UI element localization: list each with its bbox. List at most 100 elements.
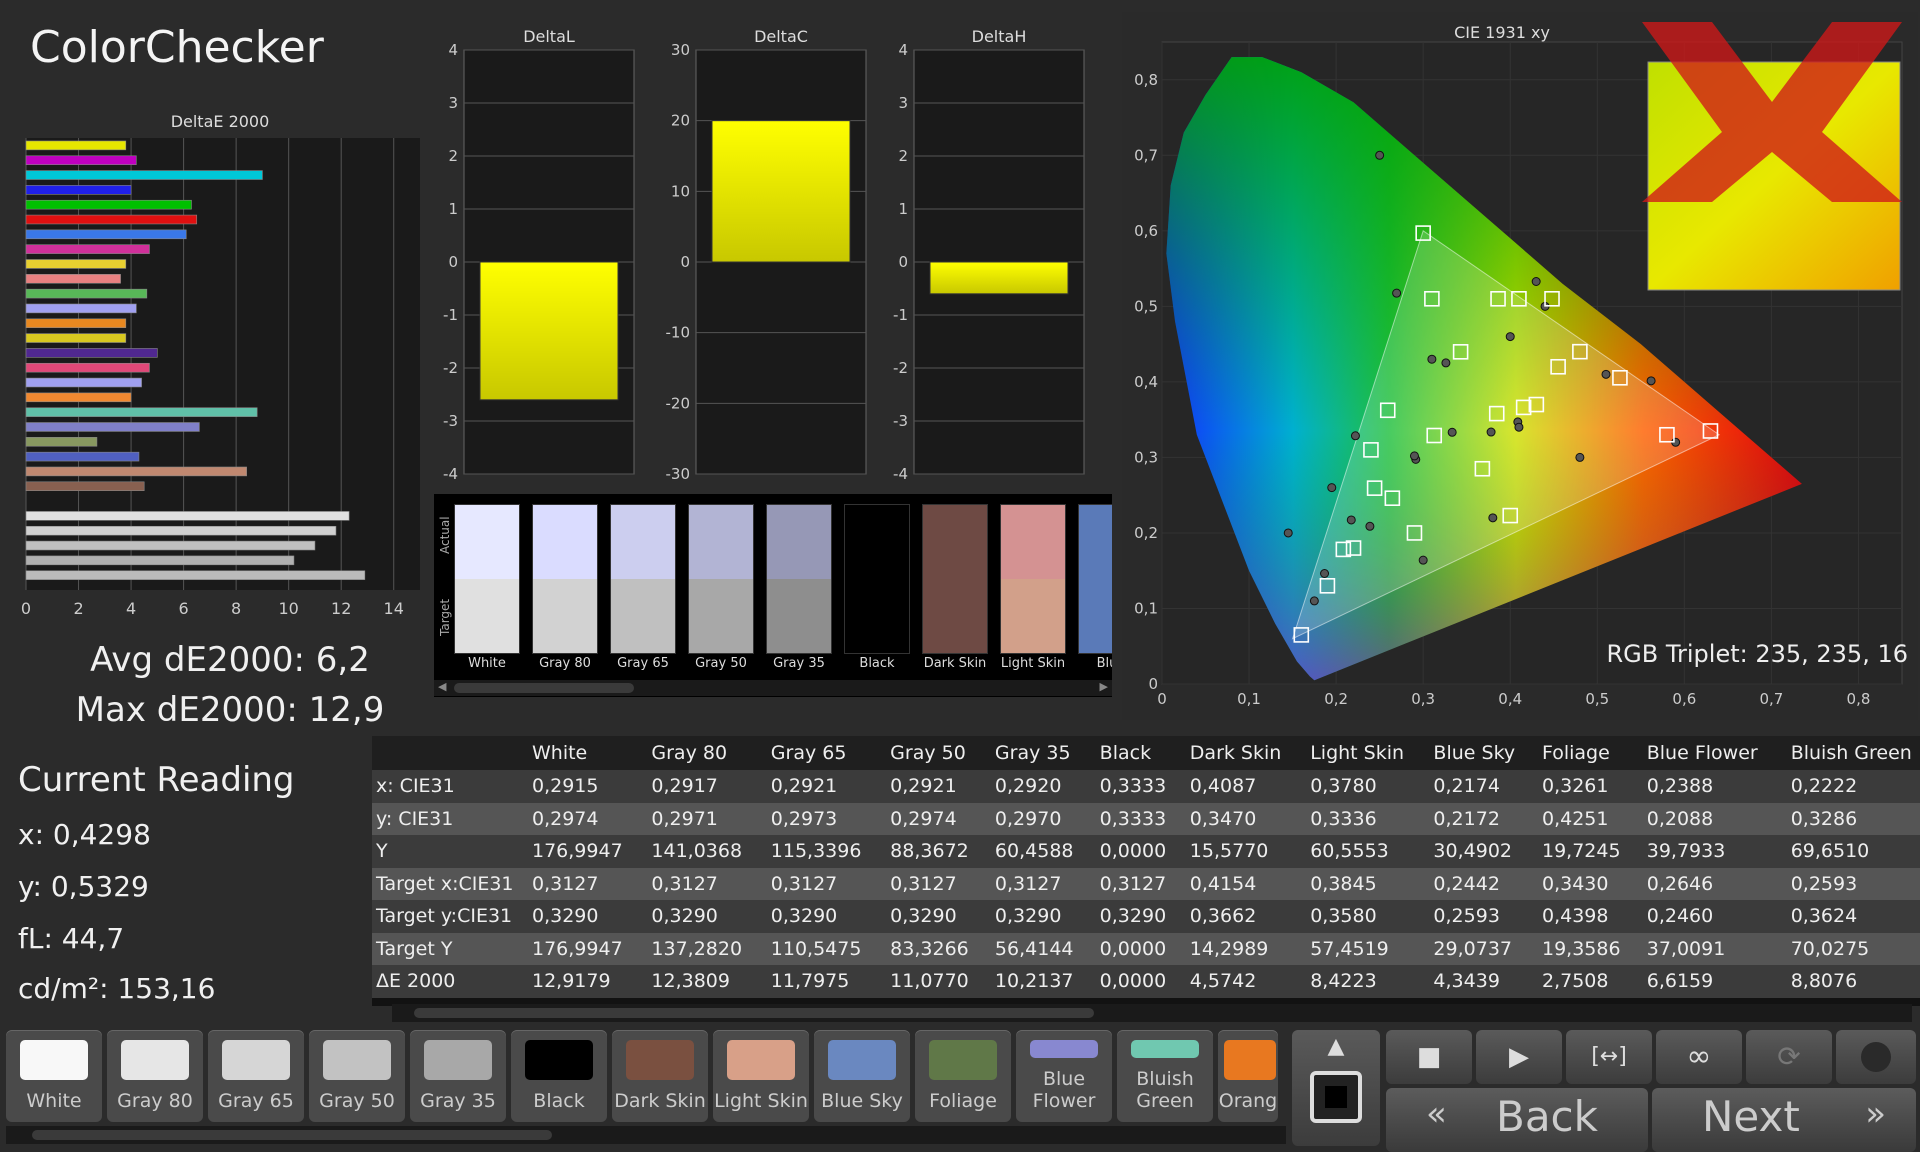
patch-color [424,1040,492,1080]
deltae-bar [25,170,263,180]
table-cell: 0,3127 [886,867,991,900]
play-button[interactable]: ▶ [1476,1030,1562,1084]
swatch-scrollbar-thumb[interactable] [454,683,634,693]
table-cell: 0,2172 [1429,802,1538,835]
table-header: Bluish Green [1786,736,1920,770]
swatch-target [611,579,675,653]
deltae-bar [25,244,150,254]
pattern-control[interactable]: ▲ [1292,1030,1380,1146]
swatch-scrollbar[interactable]: ◀ ▶ [434,680,1112,696]
loop-button[interactable]: ∞ [1656,1030,1742,1084]
table-header: Black [1095,736,1186,770]
deltae-bar [25,422,200,432]
deltae-xtick: 6 [179,599,189,618]
swatch-target [845,579,909,653]
patch-label: Dark Skin [614,1090,706,1112]
table-cell: 0,3290 [647,900,767,933]
fit-button[interactable]: [↔] [1566,1030,1652,1084]
patch-color [1131,1040,1199,1058]
delta-chart-title: DeltaH [972,27,1027,46]
table-cell: 0,2174 [1429,770,1538,803]
deltae-bar [25,155,137,165]
deltae-bar [25,362,150,373]
table-cell: 11,7975 [766,965,887,998]
patch-button-black[interactable]: Black [511,1030,607,1122]
swatch-comparison-panel: Actual Target White Gray 80 Gray 65 Gray 50… [434,494,1112,697]
back-chevron-icon: « [1426,1094,1447,1134]
swatch-label: White [468,656,506,671]
back-button[interactable]: « Back [1386,1088,1648,1152]
refresh-icon: ⟳ [1777,1040,1801,1073]
delta-ytick: -20 [666,394,691,412]
next-button[interactable]: Next » [1652,1088,1916,1152]
table-cell: 12,9179 [528,965,648,998]
table-cell: 11,0770 [886,965,991,998]
table-cell: 0,2915 [528,770,648,803]
table-cell: 37,0091 [1642,932,1787,965]
deltae-bar [25,318,127,328]
patch-button-white[interactable]: White [6,1030,102,1122]
max-de-label: Max dE2000: 12,9 [75,690,385,730]
patch-button-gray-50[interactable]: Gray 50 [309,1030,405,1122]
table-cell: 8,4223 [1306,965,1430,998]
row-label: ΔE 2000 [372,965,528,998]
measured-point [1375,150,1385,160]
patch-color [828,1040,896,1080]
deltae-bar [25,525,337,536]
delta-ytick: 1 [448,200,458,218]
table-row: y: CIE31 0,2974 0,2971 0,2973 0,2974 0,2970 0,… [372,802,1920,835]
patch-color [626,1040,694,1080]
table-cell: 0,4251 [1537,802,1643,835]
table-scrollbar[interactable] [392,1004,1912,1022]
table-cell: 0,3127 [766,867,887,900]
patch-label: Blue Sky [821,1090,903,1112]
patch-color [525,1040,593,1080]
stop-square-icon[interactable] [1310,1071,1362,1123]
arrow-up-icon[interactable]: ▲ [1292,1034,1380,1059]
scroll-left-icon[interactable]: ◀ [438,680,446,693]
record-button[interactable] [1836,1030,1916,1084]
patch-button-gray-35[interactable]: Gray 35 [410,1030,506,1122]
table-cell: 4,3439 [1429,965,1538,998]
reading-y: y: 0,5329 [18,870,149,903]
patch-button-orang[interactable]: Orang [1218,1030,1278,1122]
patch-button-blue-sky[interactable]: Blue Sky [814,1030,910,1122]
scroll-right-icon[interactable]: ▶ [1100,680,1108,693]
patch-button-bluish-green[interactable]: Bluish Green [1117,1030,1213,1122]
delta-ytick: 2 [448,147,458,165]
table-cell: 14,2989 [1185,932,1307,965]
cie-ytick: 0,4 [1134,373,1158,391]
swatch-gray-50 [688,504,754,654]
delta-ytick: 0 [448,253,458,271]
table-scrollbar-thumb[interactable] [414,1008,1094,1018]
actual-row-label: Actual [438,516,452,554]
cie-ytick: 0,5 [1134,297,1158,315]
cie-ytick: 0,3 [1134,448,1158,466]
delta-ytick: -1 [443,306,458,324]
row-label: Target Y [372,932,528,965]
table-cell: 0,2593 [1786,867,1920,900]
refresh-button[interactable]: ⟳ [1746,1030,1832,1084]
patch-button-blue-flower[interactable]: Blue Flower [1016,1030,1112,1122]
swatch-black [844,504,910,654]
patch-button-foliage[interactable]: Foliage [915,1030,1011,1122]
row-label: x: CIE31 [372,770,528,803]
table-cell: 0,3290 [886,900,991,933]
patch-scrollbar[interactable] [6,1126,1286,1144]
swatch-blue [1078,504,1112,654]
swatch-label: Gray 80 [539,656,591,671]
delta-ytick: 3 [898,94,908,112]
stop-button[interactable]: ■ [1386,1030,1472,1084]
patch-button-gray-80[interactable]: Gray 80 [107,1030,203,1122]
patch-button-gray-65[interactable]: Gray 65 [208,1030,304,1122]
table-cell: 69,6510 [1786,835,1920,868]
patch-scrollbar-thumb[interactable] [32,1130,552,1140]
table-cell: 39,7933 [1642,835,1787,868]
measured-point [1505,332,1515,342]
patch-button-light-skin[interactable]: Light Skin [713,1030,809,1122]
measured-point [1309,596,1319,606]
swatch-actual [767,505,831,579]
patch-button-dark-skin[interactable]: Dark Skin [612,1030,708,1122]
swatch-label: Gray 35 [773,656,825,671]
table-cell: 110,5475 [766,932,887,965]
